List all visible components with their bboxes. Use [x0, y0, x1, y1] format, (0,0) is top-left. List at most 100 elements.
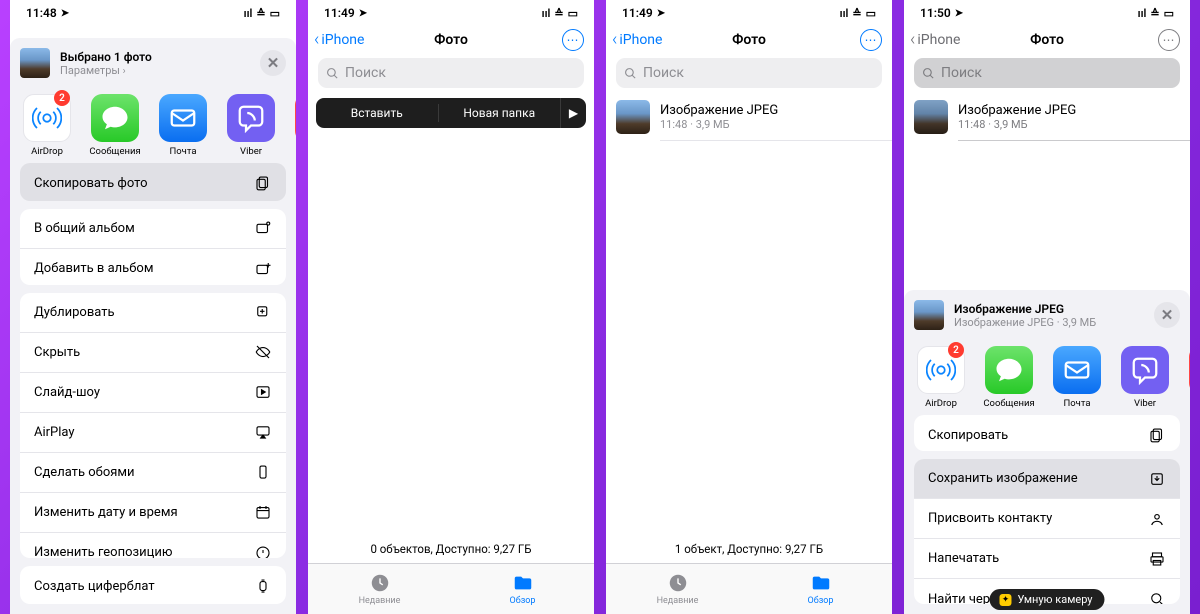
share-app-row: 2 AirDrop Сообщения Почта [10, 86, 296, 163]
context-menu[interactable]: Вставить Новая папка ▶ [316, 98, 586, 128]
action-assign-contact[interactable]: Присвоить контакту [914, 499, 1180, 539]
viber-icon [227, 94, 275, 142]
search-input[interactable]: Поиск [616, 58, 882, 88]
ali-app[interactable]: A Ali [294, 94, 296, 157]
action-save-image[interactable]: Сохранить изображение [914, 459, 1180, 499]
action-list: Скопировать фото В общий альбом Добавить… [10, 163, 296, 614]
action-watchface[interactable]: Создать циферблат [20, 566, 286, 604]
mail-icon [159, 94, 207, 142]
action-print[interactable]: Напечатать [914, 539, 1180, 579]
share-title: Изображение JPEG [954, 302, 1144, 316]
clock-icon [369, 572, 391, 594]
search-input[interactable]: Поиск [914, 58, 1180, 88]
action-copy-photo[interactable]: Скопировать фото [20, 163, 286, 201]
status-bar: 11:50 ➤ ııl≙▭ [904, 0, 1190, 26]
tab-bar: Недавние Обзор [308, 563, 594, 614]
search-icon [326, 67, 339, 80]
back-button[interactable]: ‹ iPhone [910, 31, 960, 49]
status-time: 11:48 [26, 6, 57, 20]
file-area [308, 94, 594, 614]
location-icon: ➤ [955, 8, 963, 19]
nav-header: ‹ iPhone Фото ⋯ [606, 26, 892, 54]
action-shared-album[interactable]: В общий альбом [20, 209, 286, 249]
close-button[interactable]: ✕ [1154, 302, 1180, 328]
menu-paste[interactable]: Вставить [316, 106, 438, 120]
airdrop-app[interactable]: 2 AirDrop [22, 94, 72, 157]
tab-recent[interactable]: Недавние [606, 564, 749, 614]
action-list: Скопировать Сохранить изображение Присво… [904, 415, 1190, 614]
location-icon: ➤ [657, 8, 665, 19]
back-button[interactable]: ‹ iPhone [612, 31, 662, 49]
folder-icon [512, 572, 534, 594]
share-subtitle: Изображение JPEG · 3,9 МБ [954, 316, 1144, 329]
action-add-album[interactable]: Добавить в альбом [20, 249, 286, 285]
ali-app[interactable]: A Ali [1188, 346, 1190, 409]
more-button[interactable]: ⋯ [1158, 29, 1180, 51]
ali-icon: A [1189, 346, 1190, 394]
file-name: Изображение JPEG [660, 103, 882, 118]
mail-app[interactable]: Почта [1052, 346, 1102, 409]
search-icon [624, 67, 637, 80]
back-button[interactable]: ‹ iPhone [314, 31, 364, 49]
viber-icon [1121, 346, 1169, 394]
airdrop-badge: 2 [54, 90, 70, 106]
page-title: Фото [732, 32, 766, 48]
file-item[interactable]: Изображение JPEG 11:48 · 3,9 МБ [606, 94, 892, 140]
airdrop-app[interactable]: 2 AirDrop [916, 346, 966, 409]
viber-app[interactable]: Viber [1120, 346, 1170, 409]
storage-status: 0 объектов, Доступно: 9,27 ГБ [308, 542, 594, 556]
status-indicators: ııl≙▭ [542, 7, 578, 20]
action-edit-geo[interactable]: Изменить геопозицию [20, 533, 286, 558]
file-meta: 11:48 · 3,9 МБ [958, 118, 1180, 131]
ali-icon: A [295, 94, 296, 142]
phone-4: 11:50 ➤ ııl≙▭ ‹ iPhone Фото ⋯ Поиск Изоб… [904, 0, 1190, 614]
file-name: Изображение JPEG [958, 103, 1180, 118]
more-button[interactable]: ⋯ [562, 29, 584, 51]
tab-recent[interactable]: Недавние [308, 564, 451, 614]
search-placeholder: Поиск [345, 65, 386, 81]
phone-3: 11:49 ➤ ııl≙▭ ‹ iPhone Фото ⋯ Поиск Изоб… [606, 0, 892, 614]
more-button[interactable]: ⋯ [860, 29, 882, 51]
file-meta: 11:48 · 3,9 МБ [660, 118, 882, 131]
storage-status: 1 объект, Доступно: 9,27 ГБ [606, 542, 892, 556]
search-input[interactable]: Поиск [318, 58, 584, 88]
phone-1: 11:48 ➤ ııl ≙ ▭ Выбрано 1 фото Параметры… [10, 0, 296, 614]
tab-bar: Недавние Обзор [606, 563, 892, 614]
mail-app[interactable]: Почта [158, 94, 208, 157]
chevron-left-icon: ‹ [314, 31, 319, 49]
smart-camera-pill[interactable]: ✦ Умную камеру [989, 589, 1104, 610]
share-app-row: 2 AirDrop Сообщения Почта [904, 338, 1190, 415]
action-airplay[interactable]: AirPlay [20, 413, 286, 453]
share-sheet: Изображение JPEG Изображение JPEG · 3,9 … [904, 290, 1190, 614]
share-options-link[interactable]: Параметры › [60, 64, 250, 77]
menu-more-arrow[interactable]: ▶ [560, 98, 586, 128]
action-copy[interactable]: Скопировать [914, 415, 1180, 451]
viber-app[interactable]: Viber [226, 94, 276, 157]
clock-icon [667, 572, 689, 594]
chevron-left-icon: ‹ [910, 31, 915, 49]
tab-browse[interactable]: Обзор [451, 564, 594, 614]
action-edit-date[interactable]: Изменить дату и время [20, 493, 286, 533]
status-time: 11:50 [920, 6, 951, 20]
file-thumbnail [616, 100, 650, 134]
location-icon: ➤ [359, 8, 367, 19]
menu-new-folder[interactable]: Новая папка [439, 106, 561, 120]
lens-pill-icon: ✦ [999, 594, 1011, 606]
action-wallpaper[interactable]: Сделать обоями [20, 453, 286, 493]
tab-browse[interactable]: Обзор [749, 564, 892, 614]
share-thumbnail [914, 300, 944, 330]
action-slideshow[interactable]: Слайд-шоу [20, 373, 286, 413]
action-hide[interactable]: Скрыть [20, 333, 286, 373]
folder-icon [810, 572, 832, 594]
messages-app[interactable]: Сообщения [90, 94, 140, 157]
status-indicators: ııl ≙ ▭ [244, 7, 280, 20]
location-icon: ➤ [61, 8, 69, 19]
close-button[interactable]: ✕ [260, 50, 286, 76]
file-thumbnail [914, 100, 948, 134]
page-title: Фото [434, 32, 468, 48]
status-time: 11:49 [324, 6, 355, 20]
action-duplicate[interactable]: Дублировать [20, 293, 286, 333]
search-icon [922, 67, 935, 80]
messages-app[interactable]: Сообщения [984, 346, 1034, 409]
file-item[interactable]: Изображение JPEG 11:48 · 3,9 МБ [904, 94, 1190, 140]
